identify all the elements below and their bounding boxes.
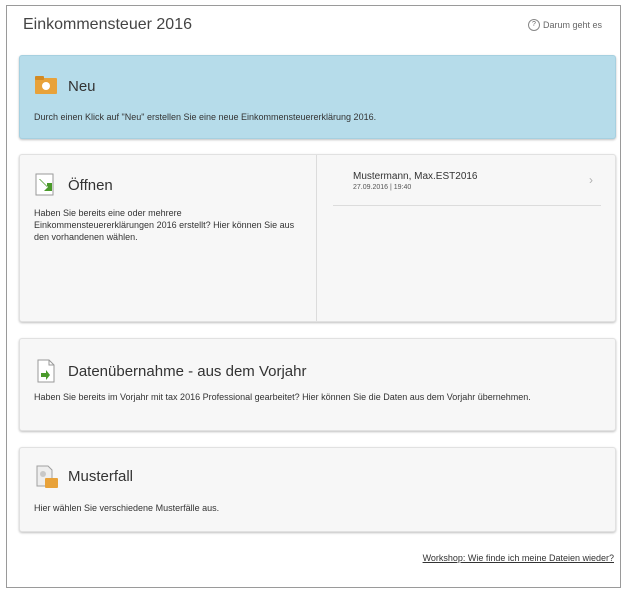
chevron-right-icon: ›: [589, 173, 593, 187]
file-date: 27.09.2016 | 19:40: [353, 184, 412, 191]
data-import-card-header: Datenübernahme - aus dem Vorjahr: [34, 359, 306, 383]
app-window: Einkommensteuer 2016 ? Darum geht es Neu…: [6, 5, 621, 588]
file-name: Mustermann, Max.EST2016: [353, 171, 478, 182]
help-label: Darum geht es: [542, 20, 602, 30]
open-card-header: Öffnen: [34, 173, 113, 197]
new-card-description: Durch einen Klick auf "Neu" erstellen Si…: [34, 112, 377, 122]
page-title: Einkommensteuer 2016: [23, 16, 192, 33]
import-file-icon: [34, 359, 58, 383]
folder-icon: [34, 74, 58, 98]
help-link[interactable]: ? Darum geht es: [527, 19, 602, 31]
new-card-header: Neu: [34, 74, 96, 98]
sample-case-card-description: Hier wählen Sie verschiedene Musterfälle…: [34, 503, 220, 513]
workshop-link[interactable]: Workshop: Wie finde ich meine Dateien wi…: [423, 553, 614, 563]
sample-case-card-title: Musterfall: [68, 467, 134, 485]
open-card-title: Öffnen: [68, 176, 113, 194]
question-icon: ?: [527, 19, 540, 31]
new-card-title: Neu: [68, 77, 96, 95]
data-import-card-title: Datenübernahme - aus dem Vorjahr: [68, 362, 307, 380]
new-card[interactable]: Neu Durch einen Klick auf "Neu" erstelle…: [19, 55, 616, 139]
open-card-action[interactable]: Öffnen Haben Sie bereits eine oder mehre…: [20, 155, 317, 321]
list-item[interactable]: Mustermann, Max.EST2016 27.09.2016 | 19:…: [333, 165, 601, 206]
open-card-description: Haben Sie bereits eine oder mehrere Eink…: [34, 208, 295, 242]
sample-case-card[interactable]: Musterfall Hier wählen Sie verschiedene …: [19, 447, 616, 532]
open-card: Öffnen Haben Sie bereits eine oder mehre…: [19, 154, 616, 322]
data-import-card-description: Haben Sie bereits im Vorjahr mit tax 201…: [34, 392, 531, 402]
sample-case-icon: [34, 464, 58, 488]
recent-files-list: Mustermann, Max.EST2016 27.09.2016 | 19:…: [317, 155, 615, 321]
data-import-card[interactable]: Datenübernahme - aus dem Vorjahr Haben S…: [19, 338, 616, 431]
sample-case-card-header: Musterfall: [34, 464, 133, 488]
open-file-icon: [34, 173, 58, 197]
